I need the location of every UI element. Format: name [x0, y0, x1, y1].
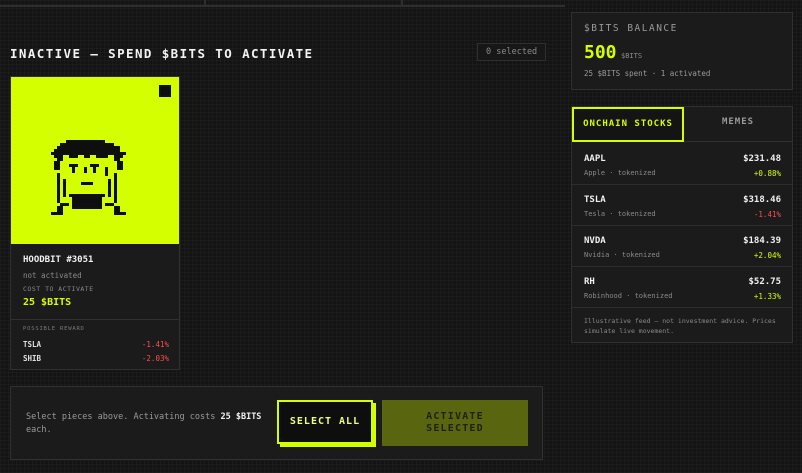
stock-price: $231.48: [743, 154, 781, 164]
stock-description: Tesla · tokenized: [584, 210, 656, 218]
balance-label: $BITS BALANCE: [584, 23, 678, 34]
stock-price: $52.75: [748, 277, 781, 287]
cost-value: 25 $BITS: [23, 297, 72, 308]
stock-ticker: TSLA: [584, 195, 606, 205]
action-hint: Select pieces above. Activating costs 25…: [26, 411, 276, 436]
tab-memes[interactable]: MEMES: [684, 107, 792, 142]
disclaimer: Illustrative feed — not investment advic…: [584, 317, 776, 335]
stock-row[interactable]: NVDA Nvidia · tokenized $184.39 +2.04%: [572, 226, 792, 267]
balance-summary: 25 $BITS spent · 1 activated: [584, 69, 711, 78]
reward-change: -1.41%: [141, 340, 169, 349]
stock-change: -1.41%: [753, 210, 781, 219]
top-border: [0, 0, 565, 7]
markets-panel: ONCHAIN STOCKS MEMES AAPL Apple · tokeni…: [571, 106, 793, 343]
hint-suffix: each.: [26, 424, 52, 435]
stock-description: Nvidia · tokenized: [584, 251, 660, 259]
reward-label: POSSIBLE REWARD: [23, 326, 85, 332]
section-title: INACTIVE — SPEND $BITS TO ACTIVATE: [10, 46, 314, 61]
nft-card[interactable]: HOODBIT #3051 not activated COST TO ACTI…: [10, 76, 180, 370]
stock-ticker: NVDA: [584, 236, 606, 246]
tab-onchain-stocks[interactable]: ONCHAIN STOCKS: [572, 107, 684, 142]
balance-unit: $BITS: [621, 52, 643, 60]
balance-value: 500: [584, 42, 617, 63]
activate-selected-button[interactable]: ACTIVATE SELECTED: [382, 400, 528, 446]
top-divider-tick: [401, 0, 403, 6]
stock-ticker: RH: [584, 277, 595, 287]
stock-row[interactable]: AAPL Apple · tokenized $231.48 +0.88%: [572, 144, 792, 185]
card-name: HOODBIT #3051: [23, 255, 94, 265]
stock-price: $318.46: [743, 195, 781, 205]
stock-description: Apple · tokenized: [584, 169, 656, 177]
cost-label: COST TO ACTIVATE: [23, 285, 94, 293]
stock-price: $184.39: [743, 236, 781, 246]
hint-cost: 25 $BITS: [220, 412, 262, 422]
pixel-character-icon: [51, 140, 126, 215]
reward-symbol: TSLA: [23, 340, 42, 349]
card-art[interactable]: [11, 77, 179, 244]
action-bar: Select pieces above. Activating costs 25…: [10, 386, 543, 460]
stock-change: +2.04%: [753, 251, 781, 260]
reward-change: -2.03%: [141, 354, 169, 363]
balance-panel: $BITS BALANCE 500 $BITS 25 $BITS spent ·…: [571, 12, 793, 90]
select-all-button[interactable]: SELECT ALL: [277, 400, 373, 444]
hint-prefix: Select pieces above. Activating costs: [26, 412, 216, 422]
selected-count-badge: 0 selected: [477, 43, 547, 61]
stock-ticker: AAPL: [584, 154, 606, 164]
stock-row[interactable]: RH Robinhood · tokenized $52.75 +1.33%: [572, 267, 792, 308]
stock-change: +0.88%: [753, 169, 781, 178]
card-status: not activated: [23, 271, 82, 280]
stock-description: Robinhood · tokenized: [584, 292, 673, 300]
select-checkbox[interactable]: [159, 85, 171, 97]
reward-symbol: SHIB: [23, 354, 42, 363]
card-divider: [11, 319, 179, 320]
top-divider-tick: [204, 0, 206, 6]
stock-change: +1.33%: [753, 292, 781, 301]
stock-row[interactable]: TSLA Tesla · tokenized $318.46 -1.41%: [572, 185, 792, 226]
